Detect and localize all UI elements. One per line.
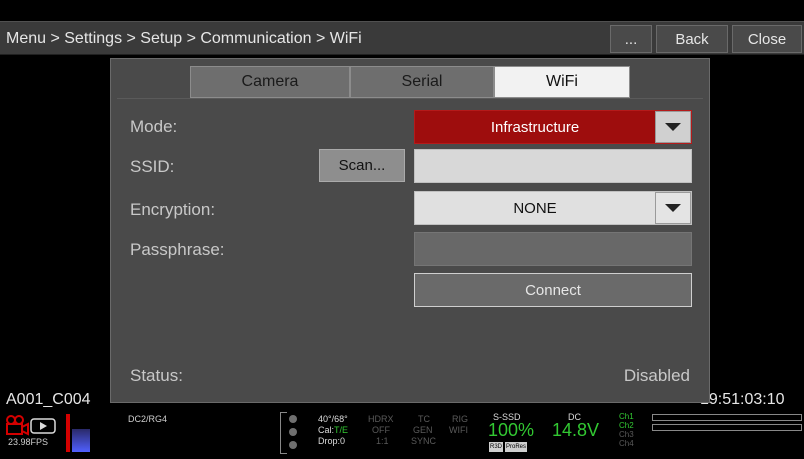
- passphrase-label: Passphrase:: [130, 240, 225, 259]
- codec-readout: DC2/RG4: [128, 414, 168, 424]
- tab-serial[interactable]: Serial: [350, 66, 494, 98]
- sensor-bracket: [280, 412, 287, 454]
- rig-label: RIG: [452, 414, 469, 424]
- calibration-prefix: Cal:: [318, 425, 335, 435]
- clip-name: A001_C004: [6, 391, 91, 408]
- status-dot: [289, 441, 297, 449]
- hdrx-label: HDRX: [368, 414, 394, 424]
- tab-wifi[interactable]: WiFi: [494, 66, 630, 98]
- hdrx-state: OFF: [372, 425, 390, 435]
- mode-value: Infrastructure: [490, 118, 580, 136]
- tab-bar: Camera Serial WiFi: [190, 66, 630, 98]
- channel-2-label: Ch2: [619, 421, 634, 430]
- media-badge-r3d: R3D: [489, 442, 504, 452]
- status-label: Status:: [130, 366, 183, 385]
- channel-4-label: Ch4: [619, 439, 634, 448]
- chevron-down-icon: [665, 204, 681, 212]
- channel-2-meter: [652, 424, 802, 431]
- encryption-dropdown[interactable]: NONE: [414, 191, 692, 225]
- power-voltage: 14.8V: [552, 420, 600, 440]
- timecode: 19:51:03:10: [700, 391, 785, 408]
- mode-dropdown-button[interactable]: [655, 111, 691, 143]
- tc-label: TC: [418, 414, 430, 424]
- fps-readout: 23.98FPS: [8, 437, 49, 447]
- channel-1-label: Ch1: [619, 412, 634, 421]
- tc-state: GEN: [413, 425, 433, 435]
- drop-readout: Drop:0: [318, 436, 346, 446]
- scan-button[interactable]: Scan...: [319, 149, 405, 182]
- channel-3-label: Ch3: [619, 430, 634, 439]
- media-badge-prores: ProRes: [505, 442, 528, 452]
- record-indicator: [66, 414, 70, 452]
- media-percent: 100%: [488, 420, 535, 440]
- close-button[interactable]: Close: [732, 25, 802, 53]
- breadcrumb: Menu > Settings > Setup > Communication …: [6, 30, 362, 47]
- encryption-dropdown-button[interactable]: [655, 192, 691, 224]
- rig-state: WIFI: [449, 425, 468, 435]
- mode-label: Mode:: [130, 117, 178, 136]
- audio-meter: [72, 414, 90, 452]
- ssid-input[interactable]: [414, 149, 692, 183]
- status-dot: [289, 428, 297, 436]
- passphrase-input: [414, 232, 692, 266]
- channel-1-meter: [652, 414, 802, 421]
- play-icon[interactable]: [30, 418, 56, 434]
- calibration-value: T/E: [334, 425, 349, 435]
- more-button[interactable]: ...: [610, 25, 652, 53]
- connect-button[interactable]: Connect: [414, 273, 692, 307]
- mode-dropdown[interactable]: Infrastructure: [414, 110, 692, 144]
- temperature-readout: 40°/68°: [318, 414, 348, 424]
- tab-camera[interactable]: Camera: [190, 66, 350, 98]
- hdrx-ratio: 1:1: [376, 436, 389, 446]
- tc-sync: SYNC: [411, 436, 437, 446]
- ssid-label: SSID:: [130, 157, 175, 176]
- status-value: Disabled: [623, 366, 690, 385]
- chevron-down-icon: [665, 123, 681, 131]
- calibration-readout: Cal:T/E: [318, 425, 348, 435]
- status-dot: [289, 415, 297, 423]
- back-button[interactable]: Back: [656, 25, 728, 53]
- encryption-value: NONE: [513, 199, 557, 217]
- encryption-label: Encryption:: [130, 200, 216, 219]
